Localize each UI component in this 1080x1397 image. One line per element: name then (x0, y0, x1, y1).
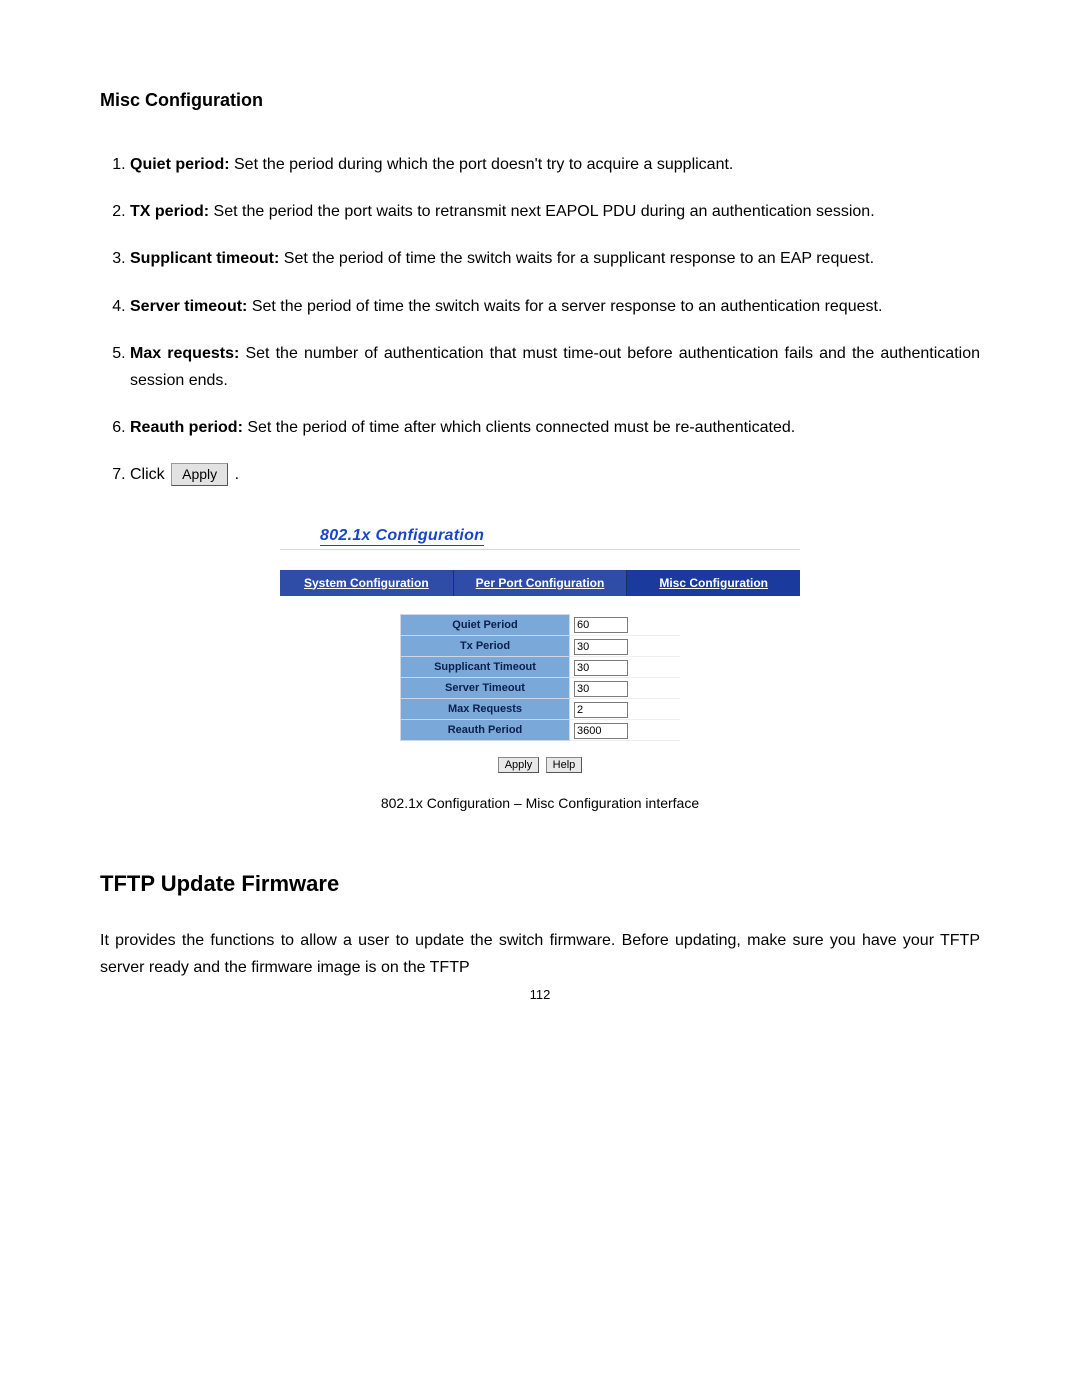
quiet-period-input[interactable] (574, 617, 628, 633)
reauth-period-input[interactable] (574, 723, 628, 739)
list-item: Supplicant timeout: Set the period of ti… (130, 245, 980, 272)
tftp-paragraph: It provides the functions to allow a use… (100, 927, 980, 981)
field-label: Server Timeout (400, 678, 570, 699)
tab-misc-configuration[interactable]: Misc Configuration (627, 570, 800, 596)
term-desc: Set the period of time after which clien… (243, 419, 795, 436)
field-input-cell (570, 657, 680, 678)
term-label: Quiet period: (130, 156, 230, 173)
page-number: 112 (100, 987, 980, 1002)
form-row-tx-period: Tx Period (400, 636, 680, 657)
click-suffix: . (235, 466, 239, 483)
tab-system-configuration[interactable]: System Configuration (280, 570, 454, 596)
figure-caption: 802.1x Configuration – Misc Configuratio… (100, 795, 980, 811)
help-button[interactable]: Help (546, 757, 583, 773)
server-timeout-input[interactable] (574, 681, 628, 697)
field-label: Supplicant Timeout (400, 657, 570, 678)
term-label: Supplicant timeout: (130, 250, 279, 267)
list-item: TX period: Set the period the port waits… (130, 198, 980, 225)
field-input-cell (570, 678, 680, 699)
list-item: Reauth period: Set the period of time af… (130, 414, 980, 441)
form-area: Quiet Period Tx Period Supplicant Timeou… (280, 596, 800, 781)
list-item: Server timeout: Set the period of time t… (130, 293, 980, 320)
field-label: Quiet Period (400, 614, 570, 636)
term-desc: Set the period the port waits to retrans… (209, 203, 875, 220)
form-row-max-requests: Max Requests (400, 699, 680, 720)
field-label: Max Requests (400, 699, 570, 720)
form-row-supplicant-timeout: Supplicant Timeout (400, 657, 680, 678)
button-row: Apply Help (497, 755, 584, 773)
field-input-cell (570, 720, 680, 741)
field-input-cell (570, 636, 680, 657)
document-page: Misc Configuration Quiet period: Set the… (0, 0, 1080, 1397)
tftp-heading: TFTP Update Firmware (100, 871, 980, 897)
term-desc: Set the period of time the switch waits … (247, 298, 882, 315)
config-panel: 802.1x Configuration System Configuratio… (280, 519, 800, 781)
apply-button-inline[interactable]: Apply (171, 463, 228, 486)
list-item: Max requests: Set the number of authenti… (130, 340, 980, 394)
list-item: Quiet period: Set the period during whic… (130, 151, 980, 178)
field-label: Reauth Period (400, 720, 570, 741)
form-row-reauth-period: Reauth Period (400, 720, 680, 741)
term-label: TX period: (130, 203, 209, 220)
term-desc: Set the period during which the port doe… (230, 156, 734, 173)
form-row-quiet-period: Quiet Period (400, 614, 680, 636)
tx-period-input[interactable] (574, 639, 628, 655)
term-desc: Set the period of time the switch waits … (279, 250, 874, 267)
supplicant-timeout-input[interactable] (574, 660, 628, 676)
config-steps-list: Quiet period: Set the period during whic… (100, 151, 980, 489)
list-item: Click Apply . (130, 461, 980, 488)
field-input-cell (570, 614, 680, 636)
panel-title: 802.1x Configuration (280, 519, 800, 550)
max-requests-input[interactable] (574, 702, 628, 718)
form-row-server-timeout: Server Timeout (400, 678, 680, 699)
field-input-cell (570, 699, 680, 720)
term-label: Max requests: (130, 345, 239, 362)
term-label: Reauth period: (130, 419, 243, 436)
click-prefix: Click (130, 466, 169, 483)
tab-per-port-configuration[interactable]: Per Port Configuration (454, 570, 628, 596)
term-desc: Set the number of authentication that mu… (130, 345, 980, 389)
apply-button[interactable]: Apply (498, 757, 540, 773)
misc-config-heading: Misc Configuration (100, 90, 980, 111)
tab-row: System Configuration Per Port Configurat… (280, 570, 800, 596)
term-label: Server timeout: (130, 298, 247, 315)
field-label: Tx Period (400, 636, 570, 657)
